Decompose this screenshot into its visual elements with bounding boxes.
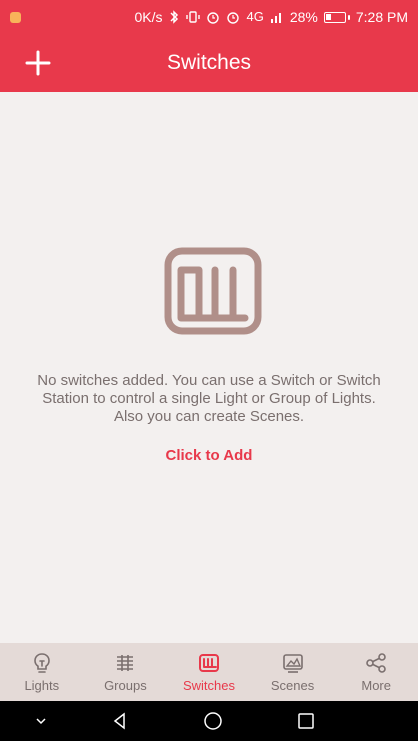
bluetooth-icon [170,10,179,24]
back-icon[interactable] [110,711,130,731]
chevron-down-icon[interactable] [31,711,51,731]
network-type: 4G [246,9,264,24]
alarm-icon [227,12,240,24]
switch-icon [198,654,219,672]
nav-label: Scenes [270,678,315,693]
battery-percentage: 28% [289,9,318,25]
notification-icon [10,12,21,23]
status-indicators: 0K/s 4G 28% 7:28 PM [134,8,408,26]
groups-icon [117,655,134,671]
app-bar: Switches [0,34,418,92]
page-title: Switches [166,51,252,74]
status-bar: 0K/s 4G 28% 7:28 PM [0,0,418,34]
scene-icon [282,654,303,673]
share-icon [366,653,386,673]
nav-label: Lights [24,678,60,693]
switch-panel-icon [164,247,262,335]
nav-item-more[interactable]: More [334,643,418,701]
battery-icon [323,11,350,23]
vibrate-icon [186,11,201,23]
clock-time: 7:28 PM [355,9,408,25]
alarm-icon [207,12,220,24]
nav-item-scenes[interactable]: Scenes [251,643,335,701]
empty-state-message: No switches added. You can use a Switch … [37,372,381,425]
nav-item-switches[interactable]: Switches [167,643,251,701]
lightbulb-icon [33,653,50,673]
system-navigation-bar [0,701,418,741]
nav-item-groups[interactable]: Groups [84,643,168,701]
bottom-navigation: Lights Groups Switches Scenes More [0,643,418,701]
click-to-add-button[interactable]: Click to Add [0,447,418,464]
recent-apps-icon[interactable] [296,711,316,731]
nav-item-lights[interactable]: Lights [0,643,84,701]
signal-icon [270,13,281,23]
nav-label: Groups [104,678,147,693]
switches-content: No switches added. You can use a Switch … [0,92,418,643]
home-icon[interactable] [203,711,223,731]
nav-label: More [361,678,391,693]
nav-label: Switches [182,678,235,693]
network-speed: 0K/s [134,9,163,25]
